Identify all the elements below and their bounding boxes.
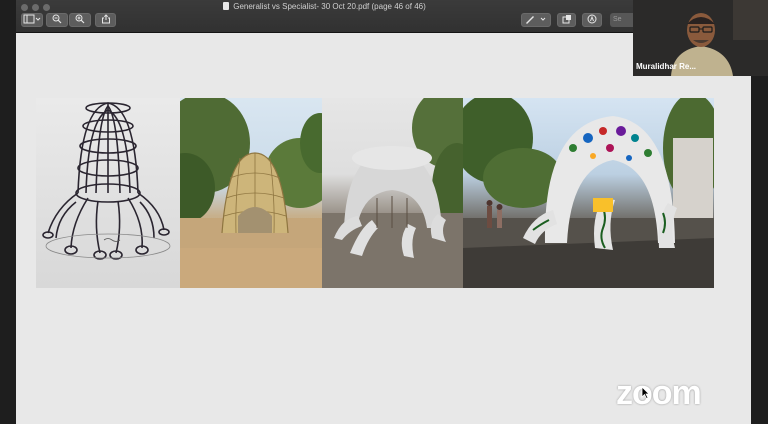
- painted-dome-photo: [463, 98, 714, 288]
- zoom-watermark-logo: zoom: [616, 374, 702, 412]
- rotate-button[interactable]: [557, 13, 576, 27]
- zoom-out-button[interactable]: [46, 13, 68, 27]
- zoom-in-button[interactable]: [69, 13, 91, 27]
- sidebar-toggle-icon: [23, 14, 41, 24]
- wire-model-photo: [36, 98, 180, 288]
- annotate-icon: [587, 14, 597, 24]
- painted-dome-scene: [463, 98, 714, 288]
- participant-name: Muralidhar Re...: [636, 62, 697, 71]
- white-dome-scene: [322, 98, 463, 288]
- window-title-text: Generalist vs Specialist- 30 Oct 20.pdf …: [233, 2, 426, 11]
- annotate-button[interactable]: [582, 13, 602, 27]
- share-button[interactable]: [95, 13, 116, 27]
- pdf-viewer-titlebar: Generalist vs Specialist- 30 Oct 20.pdf …: [16, 0, 633, 33]
- sidebar-toggle-button[interactable]: [21, 13, 43, 27]
- white-dome-photo: [322, 98, 463, 288]
- zoom-out-icon: [52, 14, 62, 24]
- markup-button[interactable]: [521, 13, 551, 27]
- search-placeholder: Se: [613, 16, 622, 23]
- window-title: Generalist vs Specialist- 30 Oct 20.pdf …: [16, 2, 633, 11]
- rotate-icon: [562, 15, 571, 24]
- mouse-cursor-icon: [641, 386, 650, 399]
- bamboo-structure-photo: [180, 98, 322, 288]
- bamboo-dome-scene: [180, 98, 322, 288]
- pen-icon: [526, 16, 546, 24]
- wire-dome-illustration: [42, 102, 171, 260]
- search-field[interactable]: Se: [610, 13, 633, 27]
- pdf-document-icon: [223, 2, 230, 10]
- share-icon: [101, 14, 110, 24]
- zoom-in-icon: [75, 14, 85, 24]
- participant-video-tile[interactable]: Muralidhar Re...: [633, 0, 768, 76]
